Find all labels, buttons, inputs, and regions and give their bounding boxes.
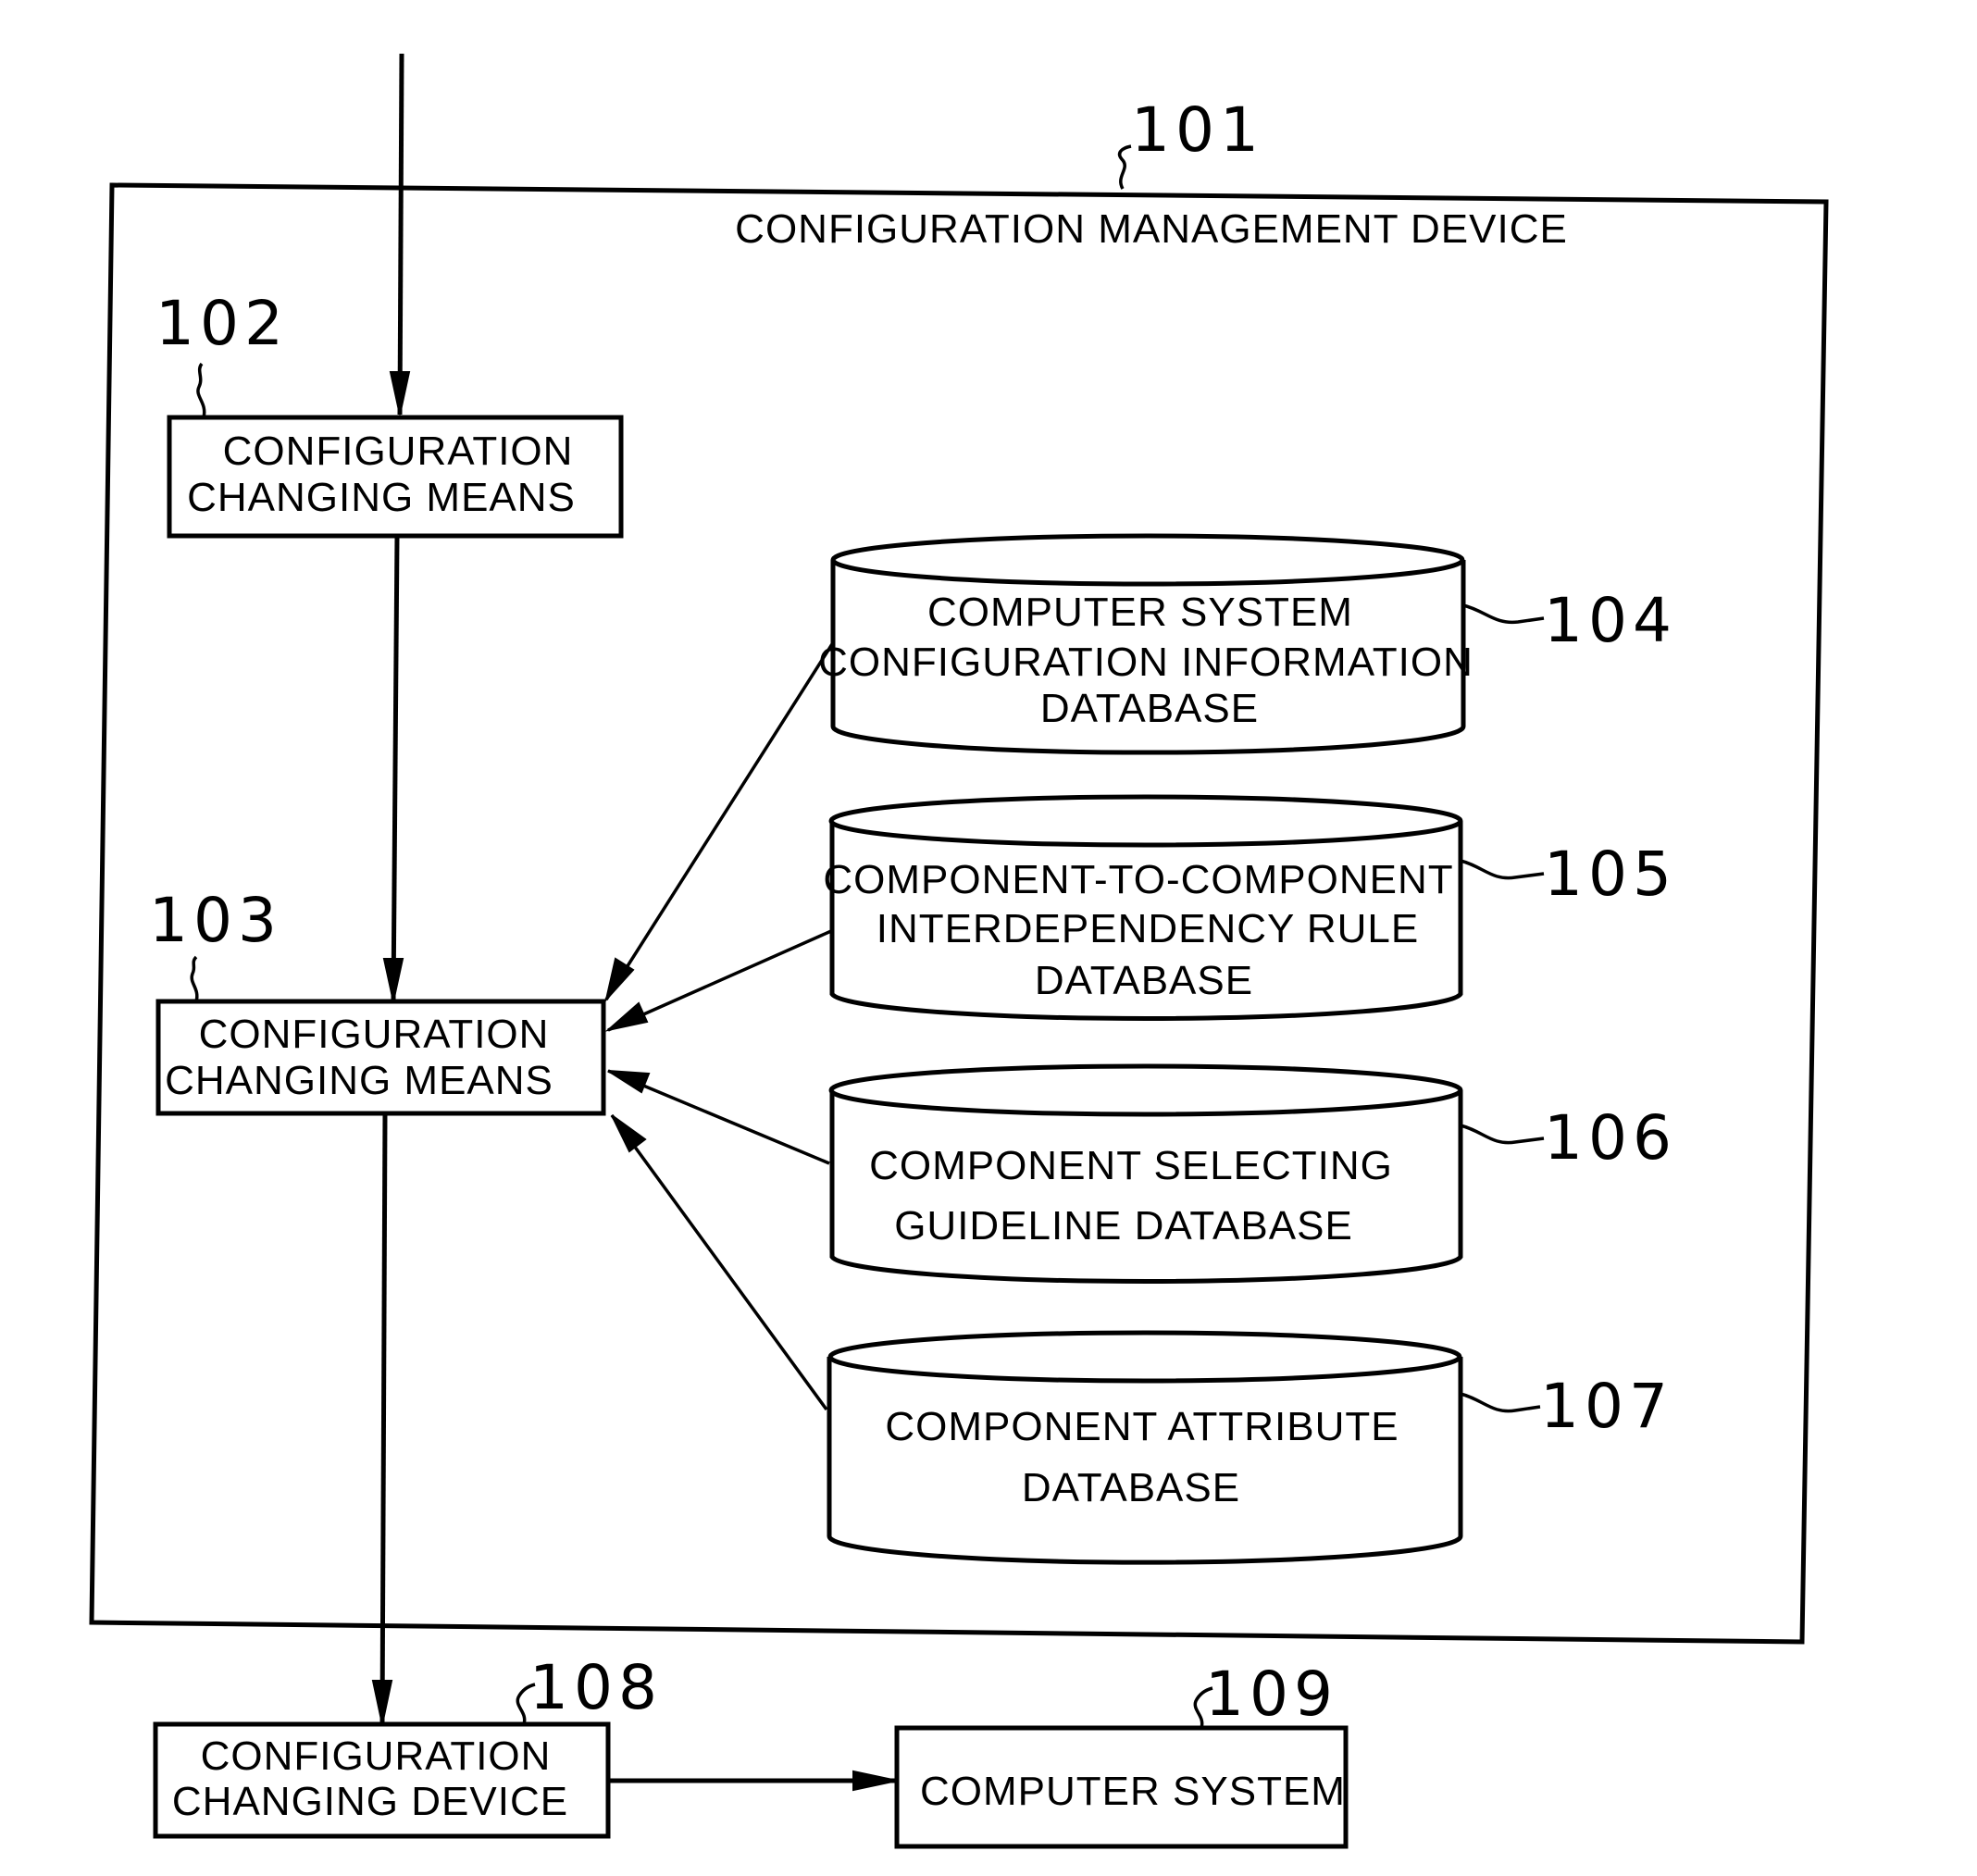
database-107: COMPONENT ATTRIBUTE DATABASE 107 xyxy=(827,1330,1673,1565)
ref-leader-101 xyxy=(1117,144,1132,190)
block-102-line-1: CONFIGURATION xyxy=(223,429,574,474)
block-103-line-2: CHANGING MEANS xyxy=(165,1058,553,1103)
cylinder-107-body xyxy=(827,1357,1463,1565)
block-102-line-2: CHANGING MEANS xyxy=(187,475,576,520)
ref-label-101: 101 xyxy=(1131,94,1264,166)
ref-label-105: 105 xyxy=(1544,839,1677,910)
block-102: CONFIGURATION CHANGING MEANS 102 xyxy=(155,288,624,539)
block-109-line-1: COMPUTER SYSTEM xyxy=(920,1769,1346,1814)
database-107-line-1: COMPONENT ATTRIBUTE xyxy=(885,1404,1399,1449)
ref-label-107: 107 xyxy=(1540,1371,1673,1442)
block-108: CONFIGURATION CHANGING DEVICE 108 xyxy=(153,1652,663,1839)
block-103: CONFIGURATION CHANGING MEANS 103 xyxy=(149,885,606,1116)
database-105-line-1: COMPONENT-TO-COMPONENT xyxy=(823,857,1453,902)
ref-leader-103 xyxy=(190,955,199,1002)
block-diagram: CONFIGURATION MANAGEMENT DEVICE 101 CONF… xyxy=(89,53,1829,1849)
ref-label-104: 104 xyxy=(1544,585,1677,656)
ref-label-103: 103 xyxy=(149,885,282,956)
block-108-line-1: CONFIGURATION xyxy=(201,1733,552,1779)
ref-leader-105 xyxy=(1460,859,1545,880)
ref-label-109: 109 xyxy=(1205,1659,1338,1730)
cylinder-105-top xyxy=(828,794,1463,848)
ref-label-102: 102 xyxy=(155,288,289,359)
database-104: COMPUTER SYSTEM CONFIGURATION INFORMATIO… xyxy=(818,533,1677,755)
database-107-line-2: DATABASE xyxy=(1022,1465,1240,1510)
ref-leader-102 xyxy=(196,362,206,418)
arrow-107-to-103-head xyxy=(611,1114,647,1153)
cylinder-104-top xyxy=(830,533,1465,587)
block-109: COMPUTER SYSTEM 109 xyxy=(894,1659,1349,1849)
cylinder-107-top xyxy=(827,1330,1462,1384)
arrow-102-to-103-head xyxy=(382,958,404,1002)
database-105-line-3: DATABASE xyxy=(1035,958,1253,1003)
database-106-line-1: COMPONENT SELECTING xyxy=(869,1143,1393,1188)
arrow-107-to-103-line xyxy=(610,1113,828,1411)
cylinder-106-top xyxy=(828,1063,1463,1117)
ref-leader-106 xyxy=(1460,1124,1545,1145)
database-106: COMPONENT SELECTING GUIDELINE DATABASE 1… xyxy=(828,1063,1677,1284)
database-106-line-2: GUIDELINE DATABASE xyxy=(894,1203,1353,1249)
database-104-line-2: CONFIGURATION INFORMATION xyxy=(818,640,1473,685)
ref-leader-107 xyxy=(1460,1392,1541,1413)
ref-leader-104 xyxy=(1462,603,1545,625)
block-108-line-2: CHANGING DEVICE xyxy=(172,1779,568,1824)
input-arrowhead xyxy=(389,371,411,416)
arrow-103-to-108-line xyxy=(379,1112,388,1725)
block-103-line-1: CONFIGURATION xyxy=(199,1012,550,1057)
arrow-105-to-103-head xyxy=(604,1001,649,1032)
database-105: COMPONENT-TO-COMPONENT INTERDEPENDENCY R… xyxy=(823,794,1677,1021)
arrow-103-to-108-head xyxy=(371,1680,393,1725)
input-arrow-line xyxy=(397,53,404,416)
arrow-106-to-103-head xyxy=(607,1070,651,1094)
container-title: CONFIGURATION MANAGEMENT DEVICE xyxy=(735,206,1568,252)
database-105-line-2: INTERDEPENDENCY RULE xyxy=(877,906,1419,951)
arrow-108-to-109-head xyxy=(852,1770,898,1792)
database-104-line-3: DATABASE xyxy=(1040,686,1259,731)
arrow-102-to-103-line xyxy=(391,535,400,1002)
ref-label-108: 108 xyxy=(529,1652,663,1723)
ref-label-106: 106 xyxy=(1544,1102,1677,1174)
database-104-line-1: COMPUTER SYSTEM xyxy=(927,590,1353,635)
